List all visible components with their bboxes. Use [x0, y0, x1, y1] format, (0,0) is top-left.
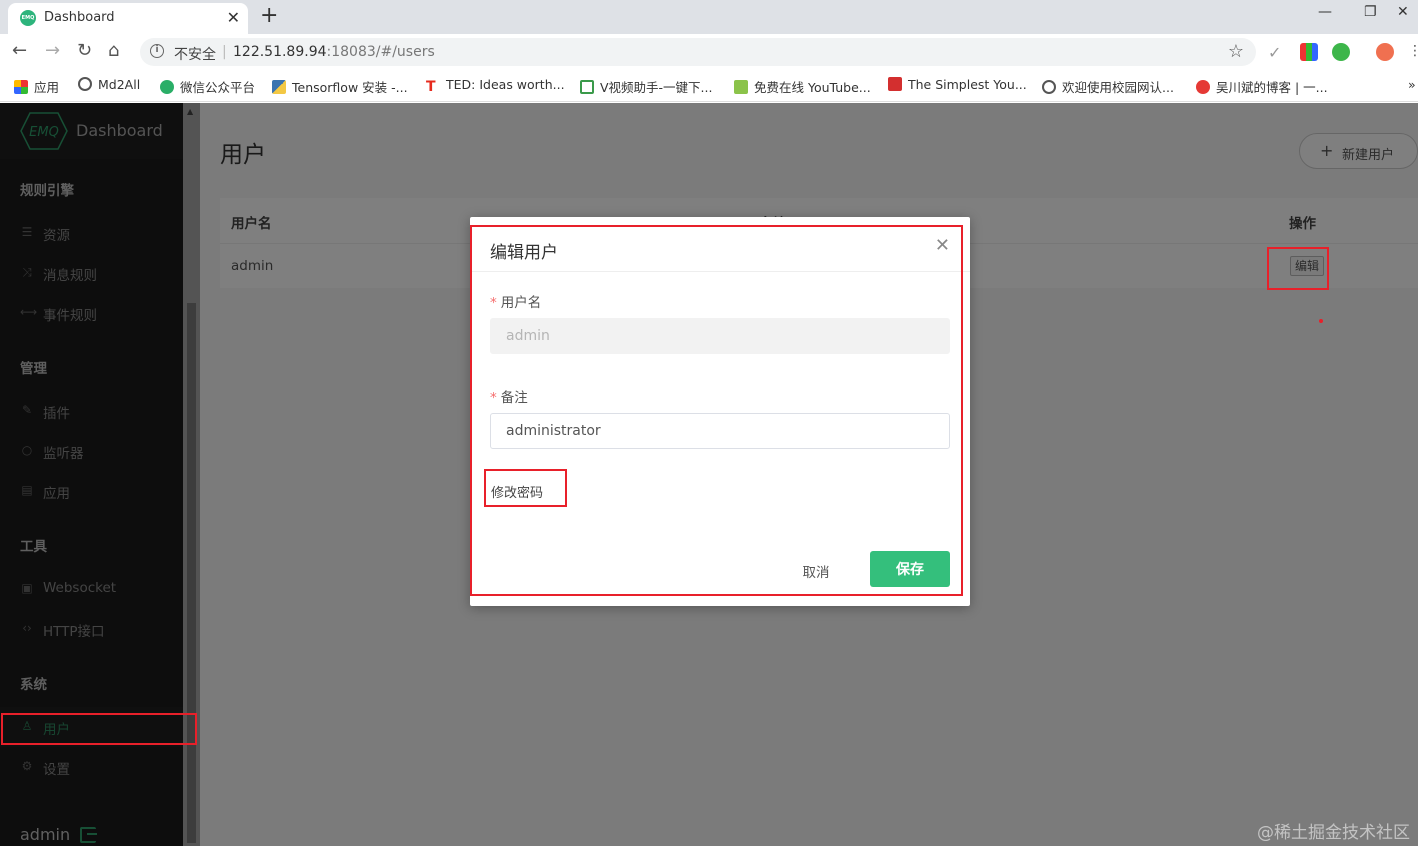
insecure-label: 不安全 [174, 47, 216, 63]
restore-icon[interactable]: ❐ [1364, 4, 1377, 20]
ted-icon: T [426, 79, 436, 95]
edit-user-dialog: 编辑用户 ✕ *用户名 *备注 修改密码 取消 保存 [470, 217, 970, 606]
youtube-icon [888, 77, 902, 91]
y-extension-icon[interactable] [1332, 43, 1350, 61]
minimize-icon[interactable]: — [1318, 4, 1332, 20]
video-icon [580, 80, 594, 94]
globe-icon [78, 77, 92, 91]
emq-favicon-icon: EMQ [20, 10, 36, 26]
bookmarks-more-icon[interactable]: » [1408, 77, 1416, 92]
dialog-title: 编辑用户 [490, 243, 558, 263]
url-text[interactable]: 122.51.89.94:18083/#/users [233, 44, 435, 60]
reload-icon[interactable]: ↻ [77, 40, 92, 62]
bookmark-apps[interactable]: 应用 [14, 77, 59, 96]
bookmark-label: 免费在线 YouTube... [754, 80, 871, 95]
tab-close-icon[interactable]: ✕ [227, 8, 240, 27]
username-label: * 用户名 [490, 295, 542, 311]
profile-extension-icon[interactable] [1376, 43, 1394, 61]
check-extension-icon[interactable]: ✓ [1268, 43, 1286, 62]
tab-title: Dashboard [44, 10, 115, 25]
change-password-link[interactable]: 修改密码 [491, 482, 543, 501]
url-path: :18083/#/users [326, 44, 435, 60]
new-tab-icon[interactable]: + [260, 4, 278, 28]
apps-grid-icon [14, 80, 28, 94]
address-separator: | [222, 44, 227, 60]
bookmark-youtube-download[interactable]: 免费在线 YouTube... [734, 77, 871, 96]
browser-toolbar: ← → ↻ ⌂ i 不安全 | 122.51.89.94:18083/#/use… [0, 34, 1418, 70]
remark-label-text: 备注 [500, 390, 528, 406]
browser-tab[interactable]: EMQ Dashboard ✕ [8, 3, 248, 34]
home-icon[interactable]: ⌂ [108, 40, 119, 62]
bookmark-ted[interactable]: T TED: Ideas worth... [426, 77, 565, 94]
bookmark-star-icon[interactable]: ☆ [1228, 41, 1244, 62]
watermark: @稀土掘金技术社区 [1257, 823, 1410, 843]
wechat-icon [160, 80, 174, 94]
info-icon[interactable]: i [150, 44, 164, 58]
globe-icon [1042, 80, 1056, 94]
dialog-close-icon[interactable]: ✕ [935, 235, 950, 256]
annotation-dot [1319, 319, 1323, 323]
browser-tab-bar: EMQ Dashboard ✕ + — ❐ ✕ [0, 0, 1418, 34]
color-extension-icon[interactable] [1300, 43, 1318, 61]
bookmark-label: V视频助手-一键下... [600, 80, 713, 95]
download-icon [734, 80, 748, 94]
bookmark-label: 微信公众平台 [180, 80, 256, 95]
bookmarks-bar: 应用 Md2All 微信公众平台 Tensorflow 安装 -... T TED… [0, 70, 1418, 102]
username-field [490, 318, 950, 354]
back-icon[interactable]: ← [12, 40, 27, 62]
bookmark-label: The Simplest You... [908, 77, 1027, 92]
blog-icon [1196, 80, 1210, 94]
address-bar[interactable]: i 不安全 | 122.51.89.94:18083/#/users ☆ [140, 38, 1256, 66]
python-icon [272, 80, 286, 94]
bookmark-label: Tensorflow 安装 -... [292, 80, 408, 95]
window-close-icon[interactable]: ✕ [1397, 4, 1409, 20]
bookmark-tensorflow[interactable]: Tensorflow 安装 -... [272, 77, 408, 96]
remark-label: * 备注 [490, 390, 528, 406]
bookmark-simplest[interactable]: The Simplest You... [888, 77, 1027, 92]
dialog-divider [470, 271, 970, 272]
bookmark-md2all[interactable]: Md2All [78, 77, 140, 92]
bookmark-blog[interactable]: 吴川斌的博客 | 一... [1196, 77, 1328, 96]
bookmark-label: TED: Ideas worth... [446, 77, 565, 92]
bookmark-campus[interactable]: 欢迎使用校园网认... [1042, 77, 1174, 96]
bookmark-wechat[interactable]: 微信公众平台 [160, 77, 255, 96]
bookmark-video[interactable]: V视频助手-一键下... [580, 77, 712, 96]
url-host: 122.51.89.94 [233, 44, 327, 60]
bookmark-label: 应用 [34, 80, 60, 95]
forward-icon[interactable]: → [45, 40, 60, 62]
menu-icon[interactable]: ⋮ [1408, 40, 1418, 62]
username-label-text: 用户名 [500, 295, 542, 311]
remark-field[interactable] [490, 413, 950, 449]
bookmark-label: 吴川斌的博客 | 一... [1216, 80, 1328, 95]
save-button[interactable]: 保存 [870, 551, 950, 587]
cancel-button[interactable]: 取消 [790, 560, 842, 582]
bookmark-label: 欢迎使用校园网认... [1062, 80, 1174, 95]
bookmark-label: Md2All [98, 77, 141, 92]
